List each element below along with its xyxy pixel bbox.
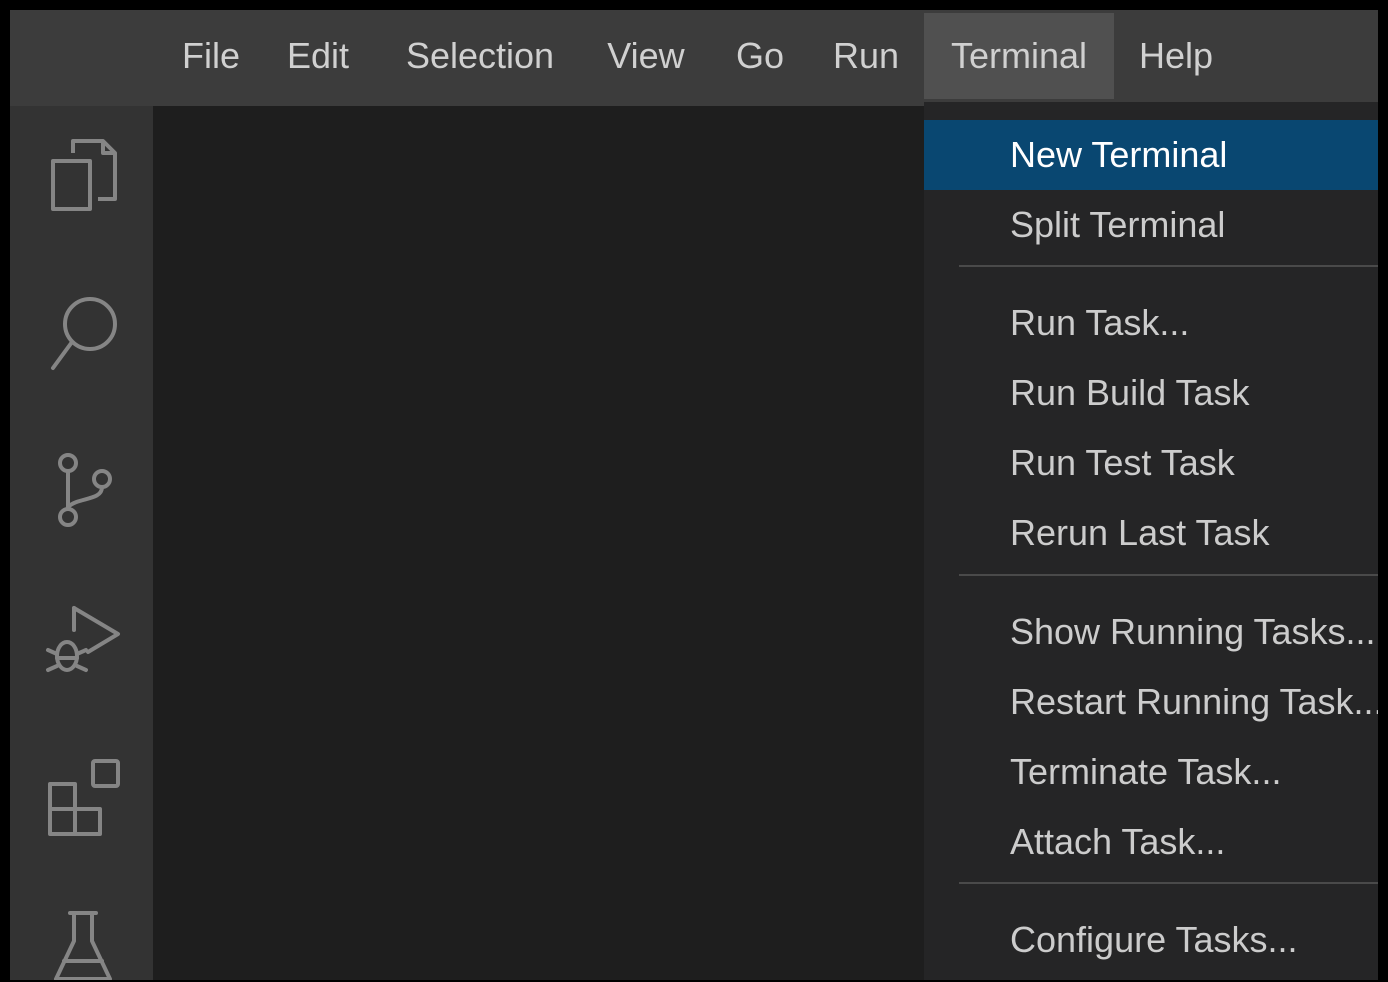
vscode-window: File Edit Selection View Go Run Terminal…: [10, 10, 1378, 980]
terminal-menu-dropdown: New Terminal Split Terminal Run Task... …: [924, 102, 1378, 980]
menu-item-run-test-task[interactable]: Run Test Task: [924, 428, 1378, 498]
menu-item-run-build-task[interactable]: Run Build Task: [924, 358, 1378, 428]
menu-item-configure-tasks[interactable]: Configure Tasks...: [924, 905, 1378, 975]
menu-item-new-terminal[interactable]: New Terminal: [924, 120, 1378, 190]
menu-separator: [959, 574, 1378, 576]
menu-run[interactable]: Run: [820, 13, 912, 99]
menu-item-attach-task[interactable]: Attach Task...: [924, 807, 1378, 877]
menu-view[interactable]: View: [595, 13, 697, 99]
menu-edit[interactable]: Edit: [277, 13, 359, 99]
source-control-icon[interactable]: [38, 441, 128, 531]
activity-bar: [10, 106, 153, 980]
menu-separator: [959, 265, 1378, 267]
menu-go[interactable]: Go: [722, 13, 798, 99]
menu-item-split-terminal[interactable]: Split Terminal: [924, 190, 1378, 260]
menu-item-show-running-tasks[interactable]: Show Running Tasks...: [924, 597, 1378, 667]
menu-item-terminate-task[interactable]: Terminate Task...: [924, 737, 1378, 807]
menu-file[interactable]: File: [170, 13, 252, 99]
menu-bar: File Edit Selection View Go Run Terminal…: [10, 10, 1378, 106]
run-debug-icon[interactable]: [38, 596, 128, 686]
files-icon[interactable]: [38, 131, 128, 221]
menu-terminal[interactable]: Terminal: [924, 13, 1114, 99]
menu-help[interactable]: Help: [1122, 13, 1230, 99]
testing-icon[interactable]: [38, 901, 128, 980]
menu-selection[interactable]: Selection: [390, 13, 570, 99]
search-icon[interactable]: [38, 286, 128, 376]
menu-item-restart-running-task[interactable]: Restart Running Task...: [924, 667, 1378, 737]
menu-separator: [959, 882, 1378, 884]
extensions-icon[interactable]: [38, 751, 128, 841]
menu-item-rerun-last-task[interactable]: Rerun Last Task: [924, 498, 1378, 568]
menu-item-run-task[interactable]: Run Task...: [924, 288, 1378, 358]
